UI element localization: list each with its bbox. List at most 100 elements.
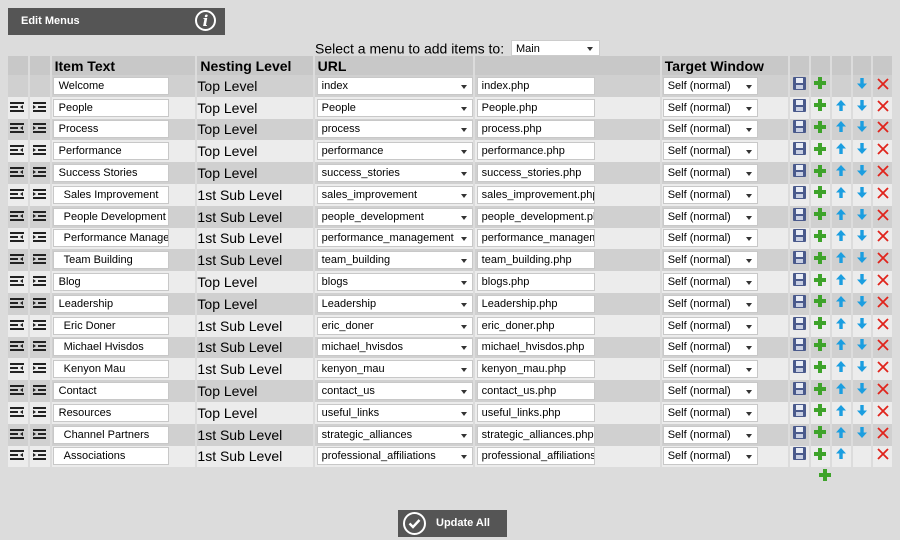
target-window-select[interactable]: Self (normal) (662, 316, 758, 335)
outdent-icon[interactable] (10, 99, 24, 117)
add-item-button[interactable] (818, 468, 832, 487)
outdent-icon[interactable] (10, 426, 24, 444)
url-file-input[interactable]: performance_management.php (476, 229, 595, 248)
url-file-input[interactable]: people_development.php (476, 207, 595, 226)
target-window-select[interactable]: Self (normal) (662, 273, 758, 292)
menu-select[interactable]: Main (511, 40, 600, 57)
save-icon[interactable] (793, 294, 807, 313)
arrow-down-icon[interactable] (856, 99, 868, 117)
url-select[interactable]: sales_improvement (316, 185, 473, 204)
arrow-up-icon[interactable] (835, 317, 847, 335)
save-icon[interactable] (793, 142, 807, 160)
delete-icon[interactable] (876, 186, 889, 204)
arrow-up-icon[interactable] (835, 360, 847, 378)
plus-icon[interactable] (813, 229, 827, 248)
item-text-input[interactable]: Associations (52, 447, 169, 466)
url-file-input[interactable]: performance.php (476, 142, 595, 161)
save-icon[interactable] (793, 98, 807, 117)
indent-icon[interactable] (32, 186, 46, 204)
delete-icon[interactable] (876, 229, 889, 247)
indent-icon[interactable] (32, 295, 46, 313)
indent-icon[interactable] (32, 273, 46, 291)
save-icon[interactable] (793, 163, 807, 182)
plus-icon[interactable] (813, 98, 827, 117)
outdent-icon[interactable] (10, 273, 24, 291)
save-icon[interactable] (793, 207, 807, 226)
delete-icon[interactable] (876, 208, 889, 226)
delete-icon[interactable] (876, 295, 889, 313)
item-text-input[interactable]: Eric Doner (52, 316, 169, 335)
plus-icon[interactable] (813, 360, 827, 379)
delete-icon[interactable] (876, 338, 889, 356)
url-select[interactable]: People (316, 98, 473, 117)
save-icon[interactable] (793, 251, 807, 269)
arrow-down-icon[interactable] (856, 338, 868, 356)
outdent-icon[interactable] (10, 317, 24, 335)
arrow-up-icon[interactable] (835, 99, 847, 117)
target-window-select[interactable]: Self (normal) (662, 120, 758, 139)
url-file-input[interactable]: index.php (476, 76, 595, 95)
arrow-up-icon[interactable] (835, 142, 847, 160)
indent-icon[interactable] (32, 164, 46, 182)
url-select[interactable]: team_building (316, 251, 473, 270)
outdent-icon[interactable] (10, 120, 24, 138)
save-icon[interactable] (793, 360, 807, 378)
item-text-input[interactable]: Welcome (52, 76, 169, 95)
item-text-input[interactable]: Kenyon Mau (52, 360, 169, 379)
item-text-input[interactable]: People (52, 98, 169, 117)
plus-icon[interactable] (813, 142, 827, 161)
save-icon[interactable] (793, 338, 807, 356)
update-all-button[interactable]: Update All (398, 510, 507, 537)
indent-icon[interactable] (32, 251, 46, 269)
plus-icon[interactable] (813, 447, 827, 466)
target-window-select[interactable]: Self (normal) (662, 447, 758, 466)
delete-icon[interactable] (876, 317, 889, 335)
arrow-up-icon[interactable] (835, 120, 847, 138)
arrow-down-icon[interactable] (856, 77, 868, 95)
plus-icon[interactable] (813, 207, 827, 226)
url-select[interactable]: contact_us (316, 382, 473, 401)
target-window-select[interactable]: Self (normal) (662, 164, 758, 183)
arrow-up-icon[interactable] (835, 208, 847, 226)
plus-icon[interactable] (813, 338, 827, 357)
delete-icon[interactable] (876, 77, 889, 95)
arrow-down-icon[interactable] (856, 295, 868, 313)
outdent-icon[interactable] (10, 164, 24, 182)
indent-icon[interactable] (32, 120, 46, 138)
url-file-input[interactable]: professional_affiliations.php (476, 447, 595, 466)
save-icon[interactable] (793, 229, 807, 247)
outdent-icon[interactable] (10, 338, 24, 356)
url-file-input[interactable]: process.php (476, 120, 595, 139)
url-select[interactable]: success_stories (316, 164, 473, 183)
url-select[interactable]: professional_affiliations (316, 447, 473, 466)
arrow-up-icon[interactable] (835, 164, 847, 182)
save-icon[interactable] (793, 403, 807, 422)
arrow-down-icon[interactable] (856, 404, 868, 422)
save-icon[interactable] (793, 120, 807, 138)
url-select[interactable]: useful_links (316, 403, 473, 422)
save-icon[interactable] (793, 185, 807, 204)
arrow-down-icon[interactable] (856, 273, 868, 291)
url-select[interactable]: strategic_alliances (316, 425, 473, 444)
url-file-input[interactable]: sales_improvement.php (476, 185, 595, 204)
url-select[interactable]: people_development (316, 207, 473, 226)
target-window-select[interactable]: Self (normal) (662, 98, 758, 117)
delete-icon[interactable] (876, 382, 889, 400)
plus-icon[interactable] (813, 425, 827, 444)
indent-icon[interactable] (32, 208, 46, 226)
indent-icon[interactable] (32, 382, 46, 400)
save-icon[interactable] (793, 76, 807, 95)
url-file-input[interactable]: eric_doner.php (476, 316, 595, 335)
outdent-icon[interactable] (10, 404, 24, 422)
url-select[interactable]: performance_management (316, 229, 473, 248)
target-window-select[interactable]: Self (normal) (662, 207, 758, 226)
url-file-input[interactable]: useful_links.php (476, 403, 595, 422)
url-file-input[interactable]: blogs.php (476, 273, 595, 292)
item-text-input[interactable]: Success Stories (52, 164, 169, 183)
arrow-up-icon[interactable] (835, 382, 847, 400)
arrow-up-icon[interactable] (835, 273, 847, 291)
plus-icon[interactable] (813, 164, 827, 183)
item-text-input[interactable]: Performance Management (52, 229, 169, 248)
url-file-input[interactable]: strategic_alliances.php (476, 425, 595, 444)
info-icon[interactable]: i (195, 10, 216, 31)
